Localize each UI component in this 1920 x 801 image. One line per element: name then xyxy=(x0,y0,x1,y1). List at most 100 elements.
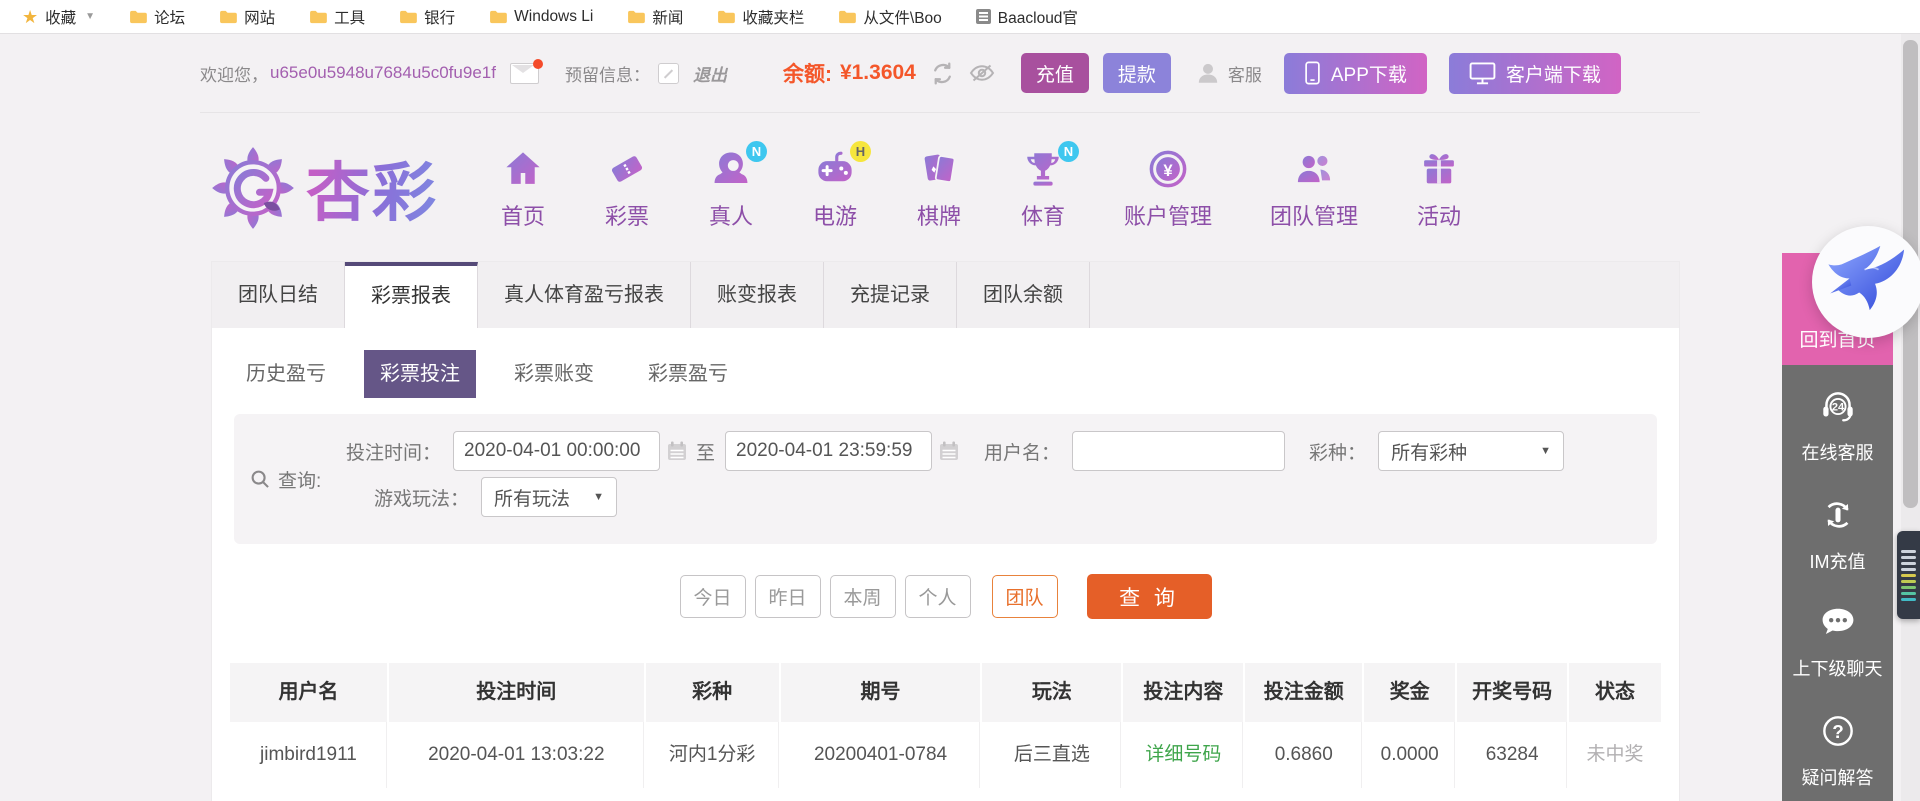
balance: 余额: ¥1.3604 xyxy=(783,58,916,88)
nav-item-account[interactable]: ¥ 账户管理 xyxy=(1124,146,1212,231)
play-type-value: 所有玩法 xyxy=(494,488,571,510)
badge-h: H xyxy=(850,140,871,162)
site-logo[interactable]: 杏彩 xyxy=(210,142,438,234)
cell-status: 未中奖 xyxy=(1569,722,1662,788)
screen: ★ 收藏 ▼ 论坛 网站 工具 银行 Windows Li 新闻 收藏夹栏 从文… xyxy=(0,0,1920,801)
bets-table: 用户名 投注时间 彩种 期号 玩法 投注内容 投注金额 奖金 开奖号码 状态 j… xyxy=(230,663,1662,788)
home-icon xyxy=(500,146,546,192)
bookmark-folder[interactable]: 收藏夹栏 xyxy=(717,6,804,28)
people-icon xyxy=(1291,146,1337,192)
user-header: 欢迎您， u65e0u5948u7684u5c0fu9e1f 预留信息： 退出 … xyxy=(200,35,1700,111)
bookmark-folder[interactable]: 新闻 xyxy=(627,6,683,28)
col-header-bet-content: 投注内容 xyxy=(1123,663,1246,722)
cell-prize: 0.0000 xyxy=(1364,722,1458,788)
cell-lottery: 河内1分彩 xyxy=(645,722,781,788)
subtab-lottery-bets[interactable]: 彩票投注 xyxy=(364,350,476,398)
app-download-button[interactable]: APP下载 xyxy=(1283,52,1427,94)
app-download-label: APP下载 xyxy=(1330,64,1407,86)
bookmark-folder[interactable]: 银行 xyxy=(399,6,455,28)
scrollbar-track[interactable] xyxy=(1901,34,1920,801)
tab-team-daily[interactable]: 团队日结 xyxy=(212,262,345,328)
subtab-history-pl[interactable]: 历史盈亏 xyxy=(230,350,342,398)
client-download-label: 客户端下载 xyxy=(1505,64,1601,86)
refresh-balance-icon[interactable] xyxy=(930,61,955,86)
folder-icon xyxy=(490,10,507,23)
yesterday-button[interactable]: 昨日 xyxy=(754,575,821,618)
bookmark-favorites[interactable]: ★ 收藏 ▼ xyxy=(22,6,95,28)
cell-bet-amount: 0.6860 xyxy=(1245,722,1365,788)
client-download-button[interactable]: 客户端下载 xyxy=(1448,52,1621,94)
bookmark-label: 论坛 xyxy=(154,9,186,27)
calendar-icon[interactable] xyxy=(666,440,688,462)
play-type-select[interactable]: 所有玩法 ▼ xyxy=(481,477,618,517)
tab-deposit-withdraw[interactable]: 充提记录 xyxy=(824,262,957,328)
nav-item-team[interactable]: 团队管理 xyxy=(1270,146,1358,231)
lottery-type-select[interactable]: 所有彩种 ▼ xyxy=(1378,431,1565,471)
time-from-input[interactable] xyxy=(453,431,661,471)
today-button[interactable]: 今日 xyxy=(679,575,746,618)
side-item-label: 上下级聊天 xyxy=(1792,659,1883,679)
calendar-icon[interactable] xyxy=(938,440,960,462)
search-form: 查询: 投注时间： 至 用户名： 彩种： 所有彩种 ▼ xyxy=(234,414,1657,544)
nav-item-home[interactable]: 首页 xyxy=(500,146,546,231)
col-header-bet-amount: 投注金额 xyxy=(1245,663,1365,722)
nav-item-cards[interactable]: 棋牌 xyxy=(916,146,962,231)
thunder-dock-widget[interactable] xyxy=(1897,531,1920,619)
search-icon xyxy=(251,470,269,488)
bookmark-label: 从文件\Boo xyxy=(863,9,942,27)
folder-icon xyxy=(220,10,237,23)
recharge-button[interactable]: 充值 xyxy=(1020,53,1089,93)
bookmark-folder[interactable]: 网站 xyxy=(219,6,275,28)
tab-lottery-report[interactable]: 彩票报表 xyxy=(345,262,478,328)
team-button[interactable]: 团队 xyxy=(991,575,1058,618)
nav-item-activity[interactable]: 活动 xyxy=(1416,146,1462,231)
hostess-icon: N xyxy=(708,140,767,192)
withdraw-button[interactable]: 提款 xyxy=(1102,53,1171,93)
updown-chat-button[interactable]: 上下级聊天 xyxy=(1793,603,1883,681)
online-service-button[interactable]: 24 在线客服 xyxy=(1802,385,1874,465)
tab-live-sports-pl[interactable]: 真人体育盈亏报表 xyxy=(478,262,691,328)
subtab-lottery-account[interactable]: 彩票账变 xyxy=(498,350,610,398)
personal-button[interactable]: 个人 xyxy=(904,575,971,618)
eye-slash-icon[interactable] xyxy=(969,63,995,83)
notification-dot xyxy=(532,58,543,69)
brand-name: 杏彩 xyxy=(306,142,438,234)
bookmark-folder[interactable]: 工具 xyxy=(309,6,365,28)
nav-item-egames[interactable]: H 电游 xyxy=(812,140,871,231)
nav-label: 电游 xyxy=(812,203,857,229)
username-label: 用户名： xyxy=(984,442,1061,464)
faq-button[interactable]: ? 疑问解答 xyxy=(1802,710,1874,790)
cell-bet-detail-link[interactable]: 详细号码 xyxy=(1123,722,1246,788)
mail-icon[interactable] xyxy=(509,58,543,84)
badge-n: N xyxy=(746,140,767,162)
bookmark-page[interactable]: Baacloud官 xyxy=(975,6,1078,28)
report-tabs: 团队日结 彩票报表 真人体育盈亏报表 账变报表 充提记录 团队余额 xyxy=(212,262,1679,328)
edit-icon[interactable] xyxy=(657,62,679,84)
nav-item-sports[interactable]: N 体育 xyxy=(1020,140,1079,231)
nav-item-live[interactable]: N 真人 xyxy=(708,140,767,231)
nav-label: 账户管理 xyxy=(1124,203,1213,229)
bookmark-label: 银行 xyxy=(424,9,456,27)
username-input[interactable] xyxy=(1072,431,1286,471)
cell-bet-time: 2020-04-01 13:03:22 xyxy=(388,722,646,788)
logout-link[interactable]: 退出 xyxy=(693,61,727,86)
svg-text:¥: ¥ xyxy=(1163,161,1173,180)
col-header-username: 用户名 xyxy=(230,663,389,722)
bookmark-folder[interactable]: 论坛 xyxy=(129,6,185,28)
thunder-bird-float-button[interactable] xyxy=(1812,226,1920,338)
time-to-input[interactable] xyxy=(725,431,933,471)
bookmark-folder[interactable]: 从文件\Boo xyxy=(838,6,942,28)
folder-icon xyxy=(839,10,857,23)
bookmark-folder[interactable]: Windows Li xyxy=(489,8,593,26)
tab-account-change[interactable]: 账变报表 xyxy=(691,262,824,328)
subtab-lottery-pl[interactable]: 彩票盈亏 xyxy=(632,350,744,398)
this-week-button[interactable]: 本周 xyxy=(829,575,896,618)
tab-team-balance[interactable]: 团队余额 xyxy=(957,262,1090,328)
sub-tabs: 历史盈亏 彩票投注 彩票账变 彩票盈亏 xyxy=(230,350,1679,398)
query-submit-button[interactable]: 查 询 xyxy=(1086,574,1212,619)
nav-label: 棋牌 xyxy=(916,203,961,229)
im-recharge-button[interactable]: IM充值 xyxy=(1810,494,1866,574)
nav-item-lottery[interactable]: 彩票 xyxy=(604,146,650,231)
customer-service-link[interactable]: 客服 xyxy=(1195,60,1262,86)
bookmark-label: 网站 xyxy=(244,9,276,27)
